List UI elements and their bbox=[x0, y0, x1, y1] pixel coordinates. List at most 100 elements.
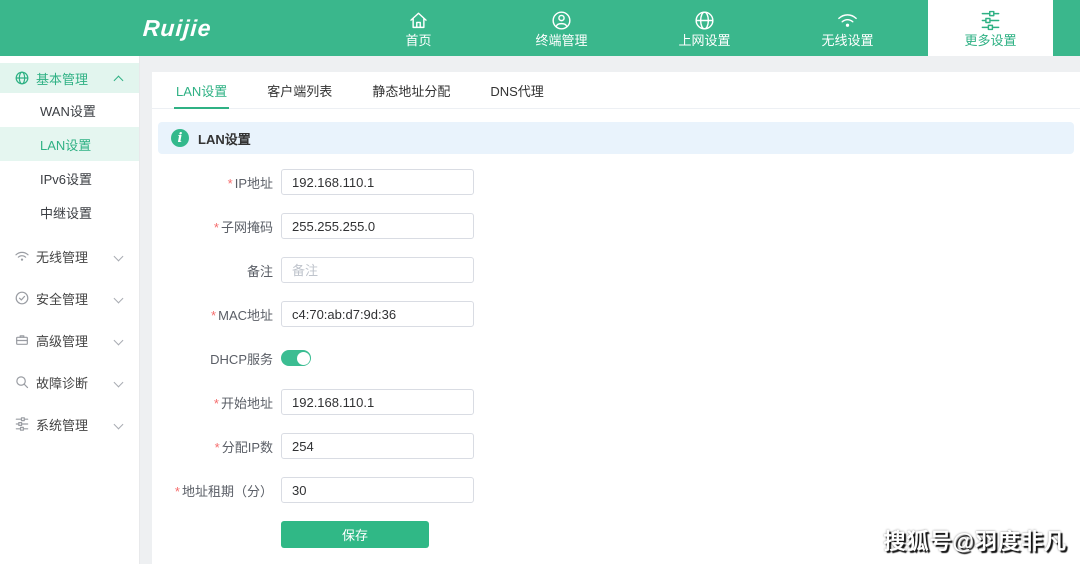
mac-address-field[interactable] bbox=[281, 301, 474, 327]
nav-label: 首页 bbox=[405, 34, 431, 48]
tab-static-address[interactable]: 静态地址分配 bbox=[370, 72, 452, 108]
nav-label: 更多设置 bbox=[964, 34, 1016, 48]
sidebar-item-label: LAN设置 bbox=[40, 135, 91, 154]
tab-label: 静态地址分配 bbox=[372, 81, 450, 100]
sidebar-item-label: 中继设置 bbox=[40, 203, 92, 222]
magnifier-icon bbox=[14, 374, 30, 390]
info-banner: i LAN设置 bbox=[158, 122, 1074, 154]
nav-item-more-settings[interactable]: 更多设置 bbox=[928, 0, 1053, 56]
sidebar-group-label: 系统管理 bbox=[36, 415, 88, 434]
sidebar-item-label: IPv6设置 bbox=[40, 169, 92, 188]
sidebar-group-wireless-mgmt[interactable]: 无线管理 bbox=[0, 241, 139, 271]
field-label: *子网掩码 bbox=[152, 217, 281, 236]
subnet-mask-field[interactable] bbox=[281, 213, 474, 239]
globe-icon bbox=[14, 70, 30, 86]
field-label: *分配IP数 bbox=[152, 437, 281, 456]
nav-item-wireless-settings[interactable]: 无线设置 bbox=[785, 0, 910, 56]
chevron-down-icon bbox=[114, 378, 124, 388]
field-label: DHCP服务 bbox=[152, 349, 281, 368]
settings-card: LAN设置 客户端列表 静态地址分配 DNS代理 i LAN设置 *IP地址 *… bbox=[152, 72, 1080, 564]
required-mark: * bbox=[214, 220, 219, 235]
content-area: LAN设置 客户端列表 静态地址分配 DNS代理 i LAN设置 *IP地址 *… bbox=[140, 56, 1080, 564]
required-mark: * bbox=[215, 440, 220, 455]
brand-logo: Ruijie bbox=[141, 0, 214, 56]
form-row-start-address: *开始地址 bbox=[152, 389, 1080, 415]
chevron-down-icon bbox=[114, 336, 124, 346]
info-icon: i bbox=[171, 129, 189, 147]
home-icon bbox=[407, 9, 430, 32]
form-row-subnet-mask: *子网掩码 bbox=[152, 213, 1080, 239]
start-address-field[interactable] bbox=[281, 389, 474, 415]
required-mark: * bbox=[214, 396, 219, 411]
nav-label: 终端管理 bbox=[535, 34, 587, 48]
sidebar-group-advanced-mgmt[interactable]: 高级管理 bbox=[0, 325, 139, 355]
tab-lan-settings[interactable]: LAN设置 bbox=[174, 72, 229, 108]
sidebar-item-wan-settings[interactable]: WAN设置 bbox=[0, 93, 139, 127]
required-mark: * bbox=[228, 176, 233, 191]
tab-label: LAN设置 bbox=[176, 81, 227, 100]
watermark-text: 搜狐号@羽度非凡 bbox=[884, 524, 1067, 556]
field-label: *开始地址 bbox=[152, 393, 281, 412]
required-mark: * bbox=[211, 308, 216, 323]
top-header: Ruijie 首页 终端管理 上网设置 无线设置 bbox=[0, 0, 1080, 56]
sliders-icon bbox=[979, 9, 1002, 32]
tab-client-list[interactable]: 客户端列表 bbox=[265, 72, 334, 108]
sidebar-item-ipv6-settings[interactable]: IPv6设置 bbox=[0, 161, 139, 195]
lan-settings-form: *IP地址 *子网掩码 备注 *MAC地址 DHCP服务 bbox=[152, 154, 1080, 548]
nav-item-terminal-mgmt[interactable]: 终端管理 bbox=[499, 0, 624, 56]
lease-time-field[interactable] bbox=[281, 477, 474, 503]
shield-check-icon bbox=[14, 290, 30, 306]
form-row-mac-address: *MAC地址 bbox=[152, 301, 1080, 327]
required-mark: * bbox=[175, 484, 180, 499]
user-icon bbox=[550, 9, 573, 32]
tab-label: DNS代理 bbox=[490, 81, 543, 100]
dhcp-toggle[interactable] bbox=[281, 350, 311, 366]
sidebar-group-security-mgmt[interactable]: 安全管理 bbox=[0, 283, 139, 313]
remark-field[interactable] bbox=[281, 257, 474, 283]
nav-label: 上网设置 bbox=[678, 34, 730, 48]
sidebar-submenu-basic: WAN设置 LAN设置 IPv6设置 中继设置 bbox=[0, 93, 139, 229]
field-label: *MAC地址 bbox=[152, 305, 281, 324]
wifi-icon bbox=[836, 9, 859, 32]
sidebar-group-basic-mgmt[interactable]: 基本管理 bbox=[0, 63, 139, 93]
sidebar-group-label: 故障诊断 bbox=[36, 373, 88, 392]
nav-label: 无线设置 bbox=[821, 34, 873, 48]
form-row-remark: 备注 bbox=[152, 257, 1080, 283]
field-label: *IP地址 bbox=[152, 173, 281, 192]
sidebar-item-lan-settings[interactable]: LAN设置 bbox=[0, 127, 139, 161]
form-row-ip-count: *分配IP数 bbox=[152, 433, 1080, 459]
top-navigation: 首页 终端管理 上网设置 无线设置 bbox=[347, 0, 1062, 56]
save-button[interactable]: 保存 bbox=[281, 521, 429, 548]
banner-title: LAN设置 bbox=[198, 129, 251, 148]
allocated-ip-count-field[interactable] bbox=[281, 433, 474, 459]
tab-label: 客户端列表 bbox=[267, 81, 332, 100]
tab-bar: LAN设置 客户端列表 静态地址分配 DNS代理 bbox=[152, 72, 1080, 109]
wifi-icon bbox=[14, 248, 30, 264]
sliders-icon bbox=[14, 416, 30, 432]
sidebar-item-label: WAN设置 bbox=[40, 101, 96, 120]
tab-dns-proxy[interactable]: DNS代理 bbox=[488, 72, 545, 108]
sidebar-item-relay-settings[interactable]: 中继设置 bbox=[0, 195, 139, 229]
nav-item-internet-settings[interactable]: 上网设置 bbox=[642, 0, 767, 56]
chevron-up-icon bbox=[114, 76, 124, 86]
toggle-knob bbox=[297, 352, 310, 365]
sidebar-group-label: 安全管理 bbox=[36, 289, 88, 308]
ip-address-field[interactable] bbox=[281, 169, 474, 195]
globe-icon bbox=[693, 9, 716, 32]
sidebar-group-fault-diagnosis[interactable]: 故障诊断 bbox=[0, 367, 139, 397]
sidebar-group-label: 无线管理 bbox=[36, 247, 88, 266]
form-row-ip-address: *IP地址 bbox=[152, 169, 1080, 195]
form-row-dhcp-service: DHCP服务 bbox=[152, 345, 1080, 371]
field-label: 备注 bbox=[152, 261, 281, 280]
chevron-down-icon bbox=[114, 252, 124, 262]
sidebar-group-label: 基本管理 bbox=[36, 69, 88, 88]
chevron-down-icon bbox=[114, 294, 124, 304]
form-row-lease-time: *地址租期（分） bbox=[152, 477, 1080, 503]
chevron-down-icon bbox=[114, 420, 124, 430]
nav-item-home[interactable]: 首页 bbox=[356, 0, 481, 56]
sidebar-group-system-mgmt[interactable]: 系统管理 bbox=[0, 409, 139, 439]
field-label: *地址租期（分） bbox=[152, 481, 281, 500]
sidebar: 基本管理 WAN设置 LAN设置 IPv6设置 中继设置 无线管理 安全管理 bbox=[0, 56, 140, 564]
briefcase-icon bbox=[14, 332, 30, 348]
sidebar-group-label: 高级管理 bbox=[36, 331, 88, 350]
